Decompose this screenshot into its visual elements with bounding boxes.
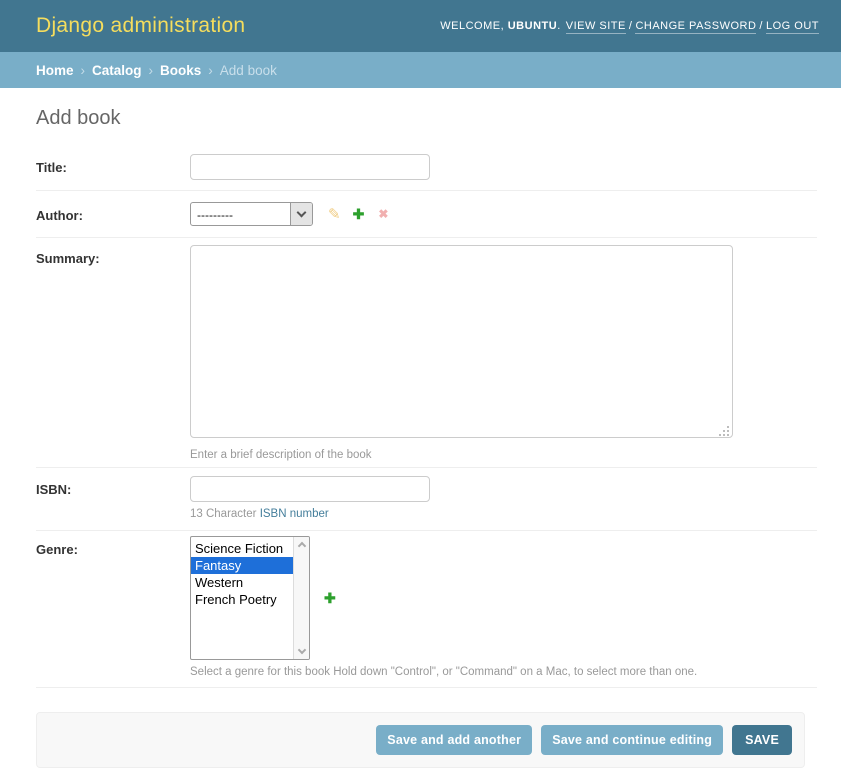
author-select-value: ---------	[191, 203, 290, 225]
form-row-summary: Summary: Enter a brief description of th…	[36, 238, 817, 468]
resize-grip-icon[interactable]	[719, 426, 729, 436]
delete-author-icon[interactable]: ✖	[378, 208, 388, 220]
isbn-input[interactable]	[190, 476, 430, 502]
breadcrumb-separator: ›	[81, 63, 86, 78]
add-genre-icon[interactable]: ✚	[324, 591, 336, 605]
welcome-text: WELCOME, UBUNTU.	[440, 20, 560, 32]
genre-field: Science Fiction Fantasy Western French P…	[190, 536, 817, 678]
summary-help-text: Enter a brief description of the book	[190, 449, 817, 461]
save-continue-editing-button[interactable]: Save and continue editing	[541, 725, 723, 755]
save-button[interactable]: SAVE	[732, 725, 792, 755]
title-label: Title:	[36, 154, 190, 175]
add-book-form: Title: Author: --------- ✎ ✚ ✖ Summary:	[36, 146, 817, 688]
author-label: Author:	[36, 202, 190, 223]
summary-label: Summary:	[36, 245, 190, 266]
genre-option-science-fiction[interactable]: Science Fiction	[191, 540, 293, 557]
page-title: Add book	[36, 107, 817, 130]
title-field	[190, 154, 817, 180]
edit-author-icon[interactable]: ✎	[328, 207, 341, 222]
welcome-prefix: WELCOME,	[440, 20, 504, 32]
form-row-isbn: ISBN: 13 Character ISBN number	[36, 468, 817, 531]
genre-option-western[interactable]: Western	[191, 574, 293, 591]
form-row-author: Author: --------- ✎ ✚ ✖	[36, 191, 817, 238]
form-row-genre: Genre: Science Fiction Fantasy Western F…	[36, 531, 817, 688]
breadcrumb-separator: ›	[208, 63, 213, 78]
title-input[interactable]	[190, 154, 430, 180]
author-field: --------- ✎ ✚ ✖	[190, 202, 817, 226]
author-select[interactable]: ---------	[190, 202, 313, 226]
change-password-link[interactable]: CHANGE PASSWORD	[635, 20, 756, 34]
breadcrumb-current: Add book	[220, 63, 277, 78]
form-row-title: Title:	[36, 146, 817, 191]
view-site-link[interactable]: VIEW SITE	[566, 20, 626, 34]
submit-row: Save and add another Save and continue e…	[36, 712, 805, 768]
header: Django administration WELCOME, UBUNTU. VI…	[0, 0, 841, 52]
save-add-another-button[interactable]: Save and add another	[376, 725, 532, 755]
isbn-field: 13 Character ISBN number	[190, 476, 817, 520]
link-separator: /	[629, 20, 633, 32]
genre-options: Science Fiction Fantasy Western French P…	[191, 537, 293, 659]
add-author-icon[interactable]: ✚	[353, 207, 365, 221]
logout-link[interactable]: LOG OUT	[766, 20, 819, 34]
breadcrumb-books[interactable]: Books	[160, 63, 201, 78]
genre-multiselect[interactable]: Science Fiction Fantasy Western French P…	[190, 536, 310, 660]
breadcrumb-catalog[interactable]: Catalog	[92, 63, 142, 78]
content: Add book Title: Author: --------- ✎ ✚ ✖ …	[0, 107, 841, 768]
summary-field: Enter a brief description of the book	[190, 245, 817, 461]
breadcrumb-separator: ›	[149, 63, 154, 78]
scroll-down-icon[interactable]	[297, 646, 305, 654]
site-branding: Django administration	[36, 14, 245, 38]
username: UBUNTU	[508, 20, 557, 32]
isbn-help-prefix: 13 Character	[190, 508, 256, 520]
genre-option-fantasy[interactable]: Fantasy	[191, 557, 293, 574]
link-separator: /	[759, 20, 763, 32]
genre-help-text: Select a genre for this book Hold down "…	[190, 666, 817, 678]
summary-textarea[interactable]	[190, 245, 733, 438]
scrollbar[interactable]	[293, 537, 309, 659]
breadcrumb-home[interactable]: Home	[36, 63, 74, 78]
welcome-suffix: .	[557, 20, 561, 32]
scroll-up-icon[interactable]	[297, 542, 305, 550]
isbn-help-text: 13 Character ISBN number	[190, 508, 817, 520]
genre-option-french-poetry[interactable]: French Poetry	[191, 591, 293, 608]
chevron-down-icon	[290, 203, 312, 225]
isbn-label: ISBN:	[36, 476, 190, 497]
breadcrumb: Home › Catalog › Books › Add book	[0, 52, 841, 88]
genre-label: Genre:	[36, 536, 190, 557]
isbn-number-link[interactable]: ISBN number	[260, 508, 329, 520]
user-tools: WELCOME, UBUNTU.VIEW SITE/CHANGE PASSWOR…	[440, 20, 819, 32]
site-title-link[interactable]: Django administration	[36, 14, 245, 38]
